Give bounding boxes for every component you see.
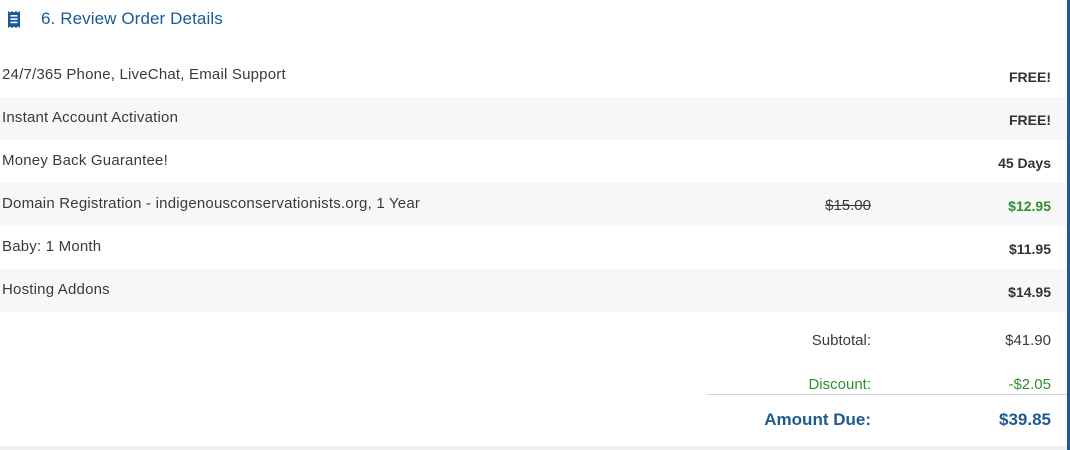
- discount-label: Discount:: [808, 376, 871, 393]
- order-item-label: 24/7/365 Phone, LiveChat, Email Support: [2, 66, 286, 83]
- subtotal-row: Subtotal: $41.90: [0, 322, 1067, 366]
- order-item-label: Money Back Guarantee!: [2, 152, 168, 169]
- amount-due-row: Amount Due: $39.85: [0, 408, 1067, 438]
- order-totals: Subtotal: $41.90 Discount: -$2.05: [0, 322, 1067, 410]
- receipt-icon: [7, 10, 21, 29]
- section-header: 6. Review Order Details: [7, 8, 223, 30]
- order-item-label: Instant Account Activation: [2, 109, 179, 126]
- order-item-row: Instant Account Activation FREE!: [0, 97, 1067, 140]
- section-title: 6. Review Order Details: [41, 9, 223, 28]
- order-item-row: Hosting Addons $14.95: [0, 269, 1067, 312]
- order-item-price: $12.95: [1008, 198, 1051, 214]
- amount-due-label: Amount Due:: [764, 410, 871, 429]
- order-item-row: Domain Registration - indigenousconserva…: [0, 183, 1067, 226]
- discount-row: Discount: -$2.05: [0, 366, 1067, 410]
- order-item-label: Domain Registration - indigenousconserva…: [2, 195, 421, 212]
- order-item-row: 24/7/365 Phone, LiveChat, Email Support …: [0, 54, 1067, 97]
- order-item-price: $11.95: [1008, 241, 1051, 257]
- order-item-price: FREE!: [1009, 112, 1051, 128]
- amount-due-value: $39.85: [999, 410, 1051, 429]
- totals-divider: [707, 394, 1067, 395]
- order-item-original-price: $15.00: [825, 197, 871, 214]
- discount-value: -$2.05: [1008, 376, 1051, 393]
- order-item-label: Baby: 1 Month: [2, 238, 102, 255]
- order-item-price: FREE!: [1009, 69, 1051, 85]
- order-item-price: 45 Days: [998, 155, 1051, 171]
- subtotal-label: Subtotal:: [811, 332, 871, 349]
- order-item-row: Money Back Guarantee! 45 Days: [0, 140, 1067, 183]
- panel-bottom-edge: [0, 446, 1067, 450]
- order-item-row: Baby: 1 Month $11.95: [0, 226, 1067, 269]
- order-items-list: 24/7/365 Phone, LiveChat, Email Support …: [0, 54, 1067, 312]
- order-item-label: Hosting Addons: [2, 281, 110, 298]
- order-item-price: $14.95: [1008, 284, 1051, 300]
- subtotal-value: $41.90: [1005, 332, 1051, 349]
